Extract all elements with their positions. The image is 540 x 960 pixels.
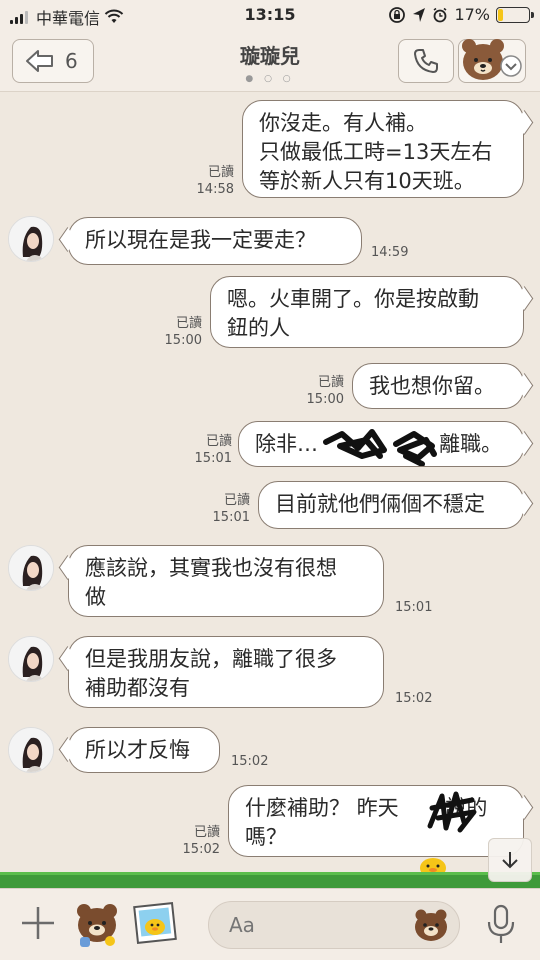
read-receipt: 已讀 <box>193 825 220 840</box>
message-bubble-out[interactable]: 我也想你留。 <box>352 363 524 409</box>
avatar[interactable] <box>8 727 54 773</box>
message-time: 15:02 <box>182 842 220 857</box>
avatar[interactable] <box>8 636 54 682</box>
message-time: 15:00 <box>164 333 202 348</box>
read-receipt: 已讀 <box>205 434 232 449</box>
message-time: 15:01 <box>395 600 433 615</box>
message-time: 14:59 <box>371 245 409 260</box>
message-time: 14:58 <box>196 182 234 197</box>
avatar-photo-icon <box>9 217 53 261</box>
battery-percent: 17% <box>454 5 490 24</box>
message-meta: 已讀 15:01 <box>206 492 250 526</box>
alarm-icon <box>433 7 447 22</box>
microphone-icon[interactable] <box>484 903 518 945</box>
arrow-down-icon <box>502 852 518 869</box>
status-right: 17% <box>388 5 534 24</box>
read-receipt: 已讀 <box>223 493 250 508</box>
message-bubble-out[interactable]: 你沒走。有人補。 只做最低工時=13天左右 等於新人只有10天班。 <box>242 100 524 198</box>
message-meta: 已讀 15:00 <box>158 315 202 349</box>
message-time: 15:02 <box>231 754 269 769</box>
avatar[interactable] <box>8 545 54 591</box>
message-time: 15:02 <box>395 691 433 706</box>
message-bubble-in[interactable]: 應該說，其實我也沒有很想 做 <box>68 545 384 617</box>
message-time: 15:01 <box>212 510 250 525</box>
message-meta: 已讀 15:02 <box>176 824 220 858</box>
message-bubble-in[interactable]: 所以才反悔 <box>68 727 220 773</box>
input-bar <box>0 888 540 960</box>
call-button[interactable] <box>398 39 454 83</box>
screen-lock-icon <box>389 6 406 23</box>
photo-icon[interactable] <box>132 901 180 947</box>
message-bubble-out[interactable]: 嗯。火車開了。你是按啟動 鈕的人 <box>210 276 524 348</box>
phone-icon <box>414 49 438 73</box>
read-receipt: 已讀 <box>207 165 234 180</box>
avatar[interactable] <box>8 216 54 262</box>
message-meta: 已讀 15:01 <box>188 433 232 467</box>
message-bubble-in[interactable]: 所以現在是我一定要走？ <box>68 217 362 265</box>
chat-header: 6 璇璇兒 ● ○ ○ <box>0 30 540 92</box>
bear-emoji-icon[interactable] <box>412 906 450 944</box>
location-icon <box>413 7 426 22</box>
message-meta: 已讀 15:00 <box>300 374 344 408</box>
avatar-photo-icon <box>9 637 53 681</box>
scroll-down-button[interactable] <box>488 838 532 882</box>
redaction-scribble <box>323 429 437 466</box>
battery-icon <box>496 6 534 23</box>
message-time: 15:01 <box>194 451 232 466</box>
message-bubble-out[interactable]: 目前就他們倆個不穩定 <box>258 481 524 529</box>
avatar-photo-icon <box>9 546 53 590</box>
read-receipt: 已讀 <box>317 375 344 390</box>
plus-icon[interactable] <box>18 903 58 943</box>
message-bubble-in[interactable]: 但是我朋友說，離職了很多 補助都沒有 <box>68 636 384 708</box>
message-meta: 已讀 14:58 <box>190 164 234 198</box>
redaction-scribble <box>427 791 477 833</box>
status-bar: 中華電信 13:15 17% <box>0 0 540 30</box>
chevron-down-icon <box>500 55 522 77</box>
bear-sticker-icon[interactable] <box>72 899 122 949</box>
menu-button[interactable] <box>458 39 526 83</box>
avatar-photo-icon <box>9 728 53 772</box>
message-time: 15:00 <box>306 392 344 407</box>
read-receipt: 已讀 <box>175 316 202 331</box>
